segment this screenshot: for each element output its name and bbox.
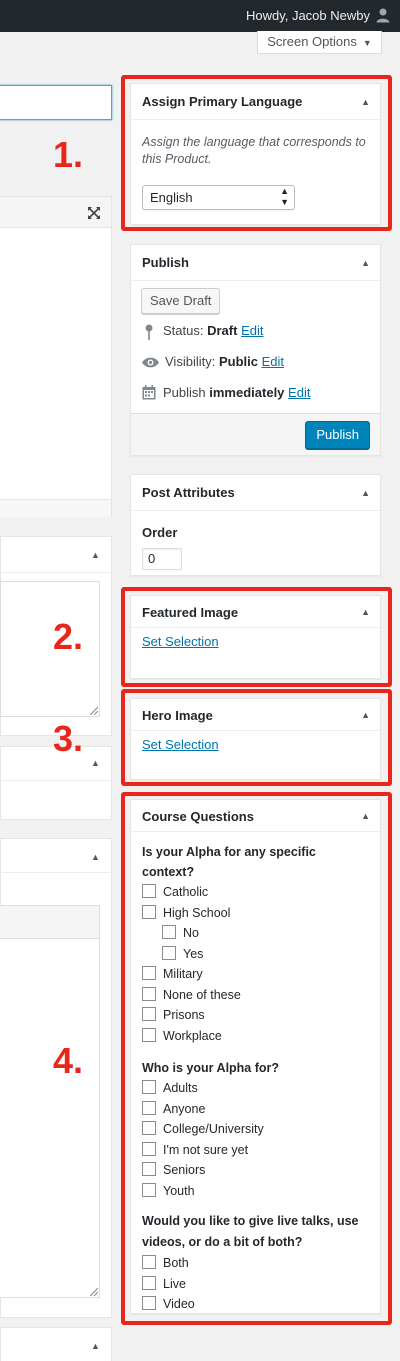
status-label: Status: [163,323,204,338]
publish-timing: immediately [209,385,285,400]
order-label: Order [142,525,178,540]
status-value: Draft [207,323,238,338]
publish-button[interactable]: Publish [305,421,370,449]
visibility-row: Visibility: Public Edit [141,354,284,369]
visibility-value: Public [218,354,258,369]
fullscreen-icon[interactable] [86,205,102,221]
schedule-row: Publish immediately Edit [141,385,310,400]
greeting-text[interactable]: Howdy, Jacob Newby [246,8,370,23]
publish-label: Publish [163,385,206,400]
annotation-frame-3 [121,689,392,786]
eye-icon [142,357,159,368]
annotation-frame-1 [121,75,392,231]
resize-grip-icon[interactable] [90,707,98,715]
textarea[interactable] [0,581,100,717]
collapse-arrow-icon[interactable]: ▲ [361,258,370,268]
metabox-title: Post Attributes [142,485,235,500]
post-attributes-metabox: Post Attributes ▲ Order 0 [130,474,381,576]
content-editor[interactable] [0,228,112,517]
toggle-arrow-icon[interactable]: ▲ [91,852,100,862]
table-header [0,905,100,939]
pin-icon [145,324,153,340]
visibility-label: Visibility: [165,354,216,369]
metabox-header[interactable]: Publish ▲ [131,245,380,281]
chevron-down-icon: ▼ [362,38,372,48]
title-input[interactable] [0,85,112,120]
screen-options-button[interactable]: Screen Options ▼ [257,31,382,54]
annotation-frame-4 [121,792,392,1325]
annotation-number-3: 3. [53,718,84,759]
edit-schedule-link[interactable]: Edit [288,385,310,400]
editor-status-bar [0,499,112,517]
save-draft-button[interactable]: Save Draft [141,288,221,314]
calendar-icon [142,385,156,400]
divider [0,780,112,781]
publish-actions: Publish [131,413,380,455]
annotation-frame-2 [121,587,392,687]
order-input[interactable]: 0 [142,548,182,570]
collapse-arrow-icon[interactable]: ▲ [361,488,370,498]
divider [0,872,112,873]
resize-grip-icon[interactable] [90,1288,98,1296]
metabox-header[interactable]: Post Attributes ▲ [131,475,380,511]
user-icon[interactable] [375,7,391,23]
toggle-arrow-icon[interactable]: ▲ [91,758,100,768]
toggle-arrow-icon[interactable]: ▲ [91,550,100,560]
textarea[interactable] [0,938,100,1298]
status-row: Status: Draft Edit [141,323,263,340]
annotation-number-2: 2. [53,616,84,657]
admin-bar: Howdy, Jacob Newby [0,0,400,32]
publish-metabox: Publish ▲ Save Draft Status: Draft Edit … [130,244,381,456]
annotation-number-4: 4. [53,1040,84,1081]
divider [0,572,112,573]
toggle-arrow-icon[interactable]: ▲ [91,1341,100,1351]
edit-visibility-link[interactable]: Edit [262,354,284,369]
edit-status-link[interactable]: Edit [241,323,263,338]
metabox-title: Publish [142,255,189,270]
annotation-number-1: 1. [53,134,84,175]
screen-options-label: Screen Options [267,34,357,49]
